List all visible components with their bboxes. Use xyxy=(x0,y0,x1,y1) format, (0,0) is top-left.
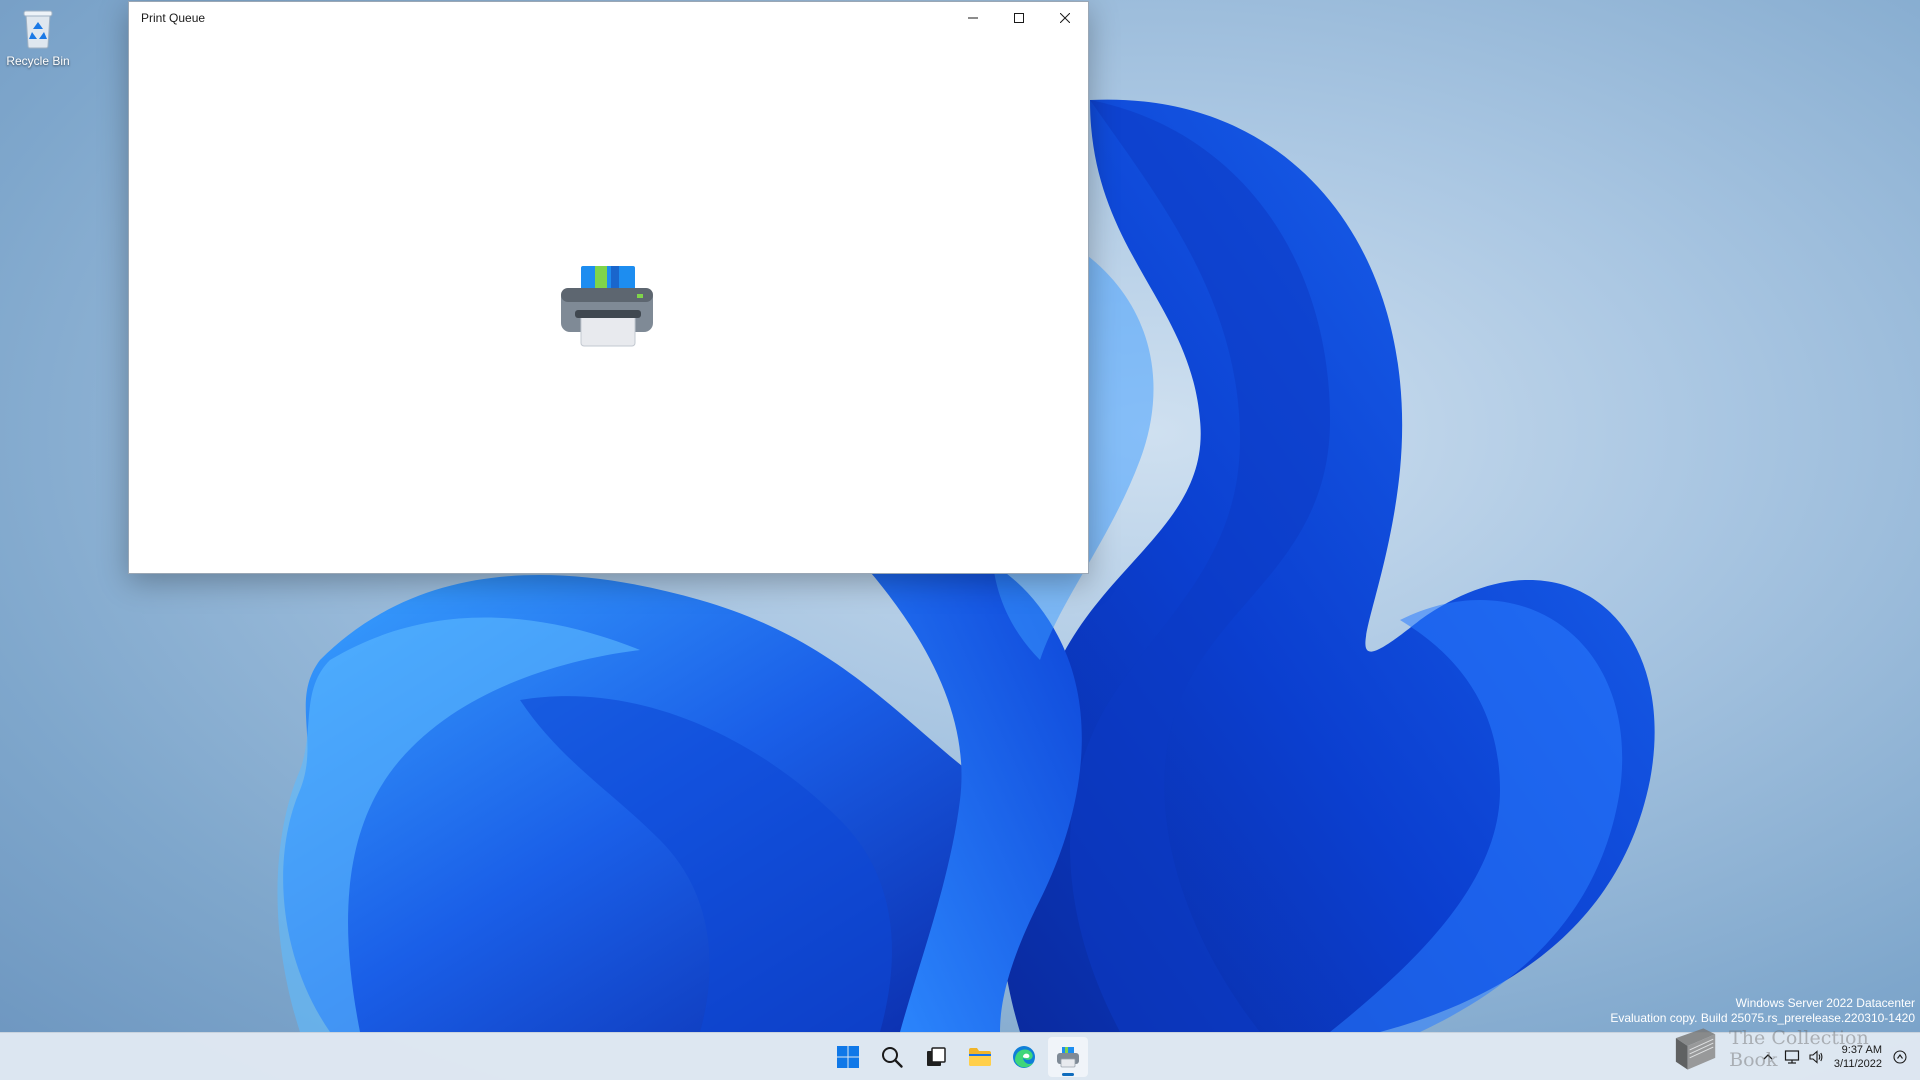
clock-time: 9:37 AM xyxy=(1841,1044,1882,1056)
os-watermark: Windows Server 2022 Datacenter Evaluatio… xyxy=(1610,996,1915,1026)
edge-button[interactable] xyxy=(1004,1037,1044,1077)
chevron-up-icon xyxy=(1763,1054,1773,1060)
clock-date: 3/11/2022 xyxy=(1833,1058,1882,1070)
taskbar: 9:37 AM 3/11/2022 xyxy=(0,1032,1920,1080)
network-button[interactable] xyxy=(1780,1037,1804,1077)
window-titlebar[interactable]: Print Queue xyxy=(129,2,1088,34)
taskbar-clock[interactable]: 9:37 AM 3/11/2022 xyxy=(1834,1043,1882,1071)
start-button[interactable] xyxy=(828,1037,868,1077)
maximize-icon xyxy=(1014,13,1024,23)
minimize-icon xyxy=(968,17,978,19)
watermark-edition: Windows Server 2022 Datacenter xyxy=(1735,996,1915,1010)
taskbar-pinned-apps xyxy=(828,1033,1088,1080)
folder-icon xyxy=(969,1048,991,1066)
window-caption-buttons xyxy=(950,2,1088,34)
window-body xyxy=(129,34,1088,573)
close-button[interactable] xyxy=(1042,2,1088,34)
windows-start-icon xyxy=(837,1046,859,1068)
desktop: Recycle Bin Print Queue Windows Server 2… xyxy=(0,0,1920,1080)
task-view-button[interactable] xyxy=(916,1037,956,1077)
edge-icon xyxy=(1013,1046,1035,1068)
recycle-bin-icon xyxy=(23,10,53,49)
notifications-button[interactable] xyxy=(1888,1037,1912,1077)
print-queue-taskbar-button[interactable] xyxy=(1048,1037,1088,1077)
watermark-build: Evaluation copy. Build 25075.rs_prerelea… xyxy=(1610,1011,1915,1025)
close-icon xyxy=(1060,13,1070,23)
print-queue-window[interactable]: Print Queue xyxy=(128,1,1089,574)
volume-icon xyxy=(1809,1050,1823,1064)
search-icon xyxy=(882,1047,903,1068)
search-button[interactable] xyxy=(872,1037,912,1077)
volume-button[interactable] xyxy=(1804,1037,1828,1077)
notification-icon xyxy=(1893,1050,1907,1064)
system-tray: 9:37 AM 3/11/2022 xyxy=(1756,1033,1920,1080)
window-title: Print Queue xyxy=(141,11,206,25)
maximize-button[interactable] xyxy=(996,2,1042,34)
network-icon xyxy=(1784,1050,1799,1064)
printer-icon xyxy=(1057,1047,1079,1068)
active-app-indicator xyxy=(1062,1073,1074,1076)
printer-icon xyxy=(561,266,653,347)
minimize-button[interactable] xyxy=(950,2,996,34)
file-explorer-button[interactable] xyxy=(960,1037,1000,1077)
desktop-icon-recycle-bin[interactable]: Recycle Bin xyxy=(0,8,76,68)
desktop-icon-label: Recycle Bin xyxy=(6,54,70,68)
show-hidden-icons-button[interactable] xyxy=(1756,1037,1780,1077)
task-view-icon xyxy=(927,1047,946,1066)
